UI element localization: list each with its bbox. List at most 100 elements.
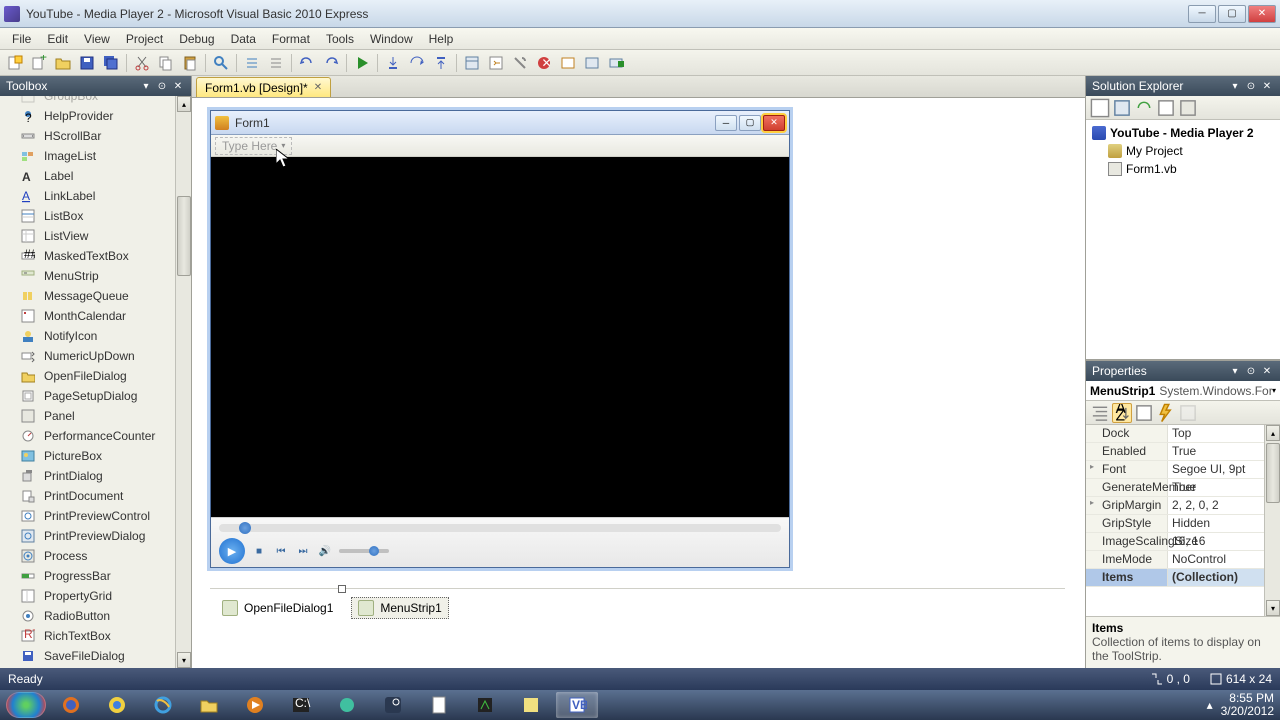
toolbox-item[interactable]: MenuStrip	[0, 266, 191, 286]
toolbox-item[interactable]: MessageQueue	[0, 286, 191, 306]
taskbar-mediaplayer[interactable]	[234, 692, 276, 718]
menu-data[interactable]: Data	[223, 30, 264, 48]
toolbox-item[interactable]: ProgressBar	[0, 566, 191, 586]
properties-window-button[interactable]	[485, 52, 507, 74]
se-dropdown-icon[interactable]: ▾	[1228, 79, 1242, 93]
menustrip-dropdown-icon[interactable]: ▾	[281, 141, 285, 150]
props-categorized-button[interactable]	[1090, 403, 1110, 423]
toolbox-item[interactable]: Process	[0, 546, 191, 566]
se-view-designer-button[interactable]	[1178, 98, 1198, 118]
volume-slider[interactable]	[339, 549, 389, 553]
maximize-button[interactable]: ▢	[1218, 5, 1246, 23]
form1-close-button[interactable]: ✕	[763, 115, 785, 131]
toolbox-item[interactable]: NotifyIcon	[0, 326, 191, 346]
start-debug-button[interactable]	[351, 52, 373, 74]
minimize-button[interactable]: ─	[1188, 5, 1216, 23]
toolbox-item[interactable]: PrintDialog	[0, 466, 191, 486]
selection-handle[interactable]	[338, 585, 346, 593]
tray-expand-icon[interactable]: ▴	[1207, 698, 1213, 712]
start-button[interactable]	[6, 692, 46, 718]
toolbox-item[interactable]: PageSetupDialog	[0, 386, 191, 406]
toolbox-item[interactable]: ALinkLabel	[0, 186, 191, 206]
menu-edit[interactable]: Edit	[39, 30, 76, 48]
menu-format[interactable]: Format	[264, 30, 318, 48]
toolbox-item[interactable]: ALabel	[0, 166, 191, 186]
previous-button[interactable]: ⏮	[273, 543, 289, 559]
scroll-thumb[interactable]	[177, 196, 191, 276]
form1-menustrip[interactable]: Type Here ▾	[211, 135, 789, 157]
cut-button[interactable]	[131, 52, 153, 74]
toolbox-item[interactable]: ##.#MaskedTextBox	[0, 246, 191, 266]
step-into-button[interactable]	[382, 52, 404, 74]
se-show-all-button[interactable]	[1112, 98, 1132, 118]
system-tray[interactable]: ▴ 8:55 PM 3/20/2012	[1207, 692, 1274, 718]
taskbar-notepad[interactable]	[418, 692, 460, 718]
menu-window[interactable]: Window	[362, 30, 421, 48]
toolbox-item[interactable]: PrintPreviewDialog	[0, 526, 191, 546]
taskbar-terminal[interactable]: C:\	[280, 692, 322, 718]
redo-button[interactable]	[320, 52, 342, 74]
stop-button[interactable]: ■	[251, 543, 267, 559]
open-button[interactable]	[52, 52, 74, 74]
volume-icon[interactable]: 🔊	[317, 543, 333, 559]
toolbox-item[interactable]: GroupBox	[0, 96, 191, 106]
toolbox-item[interactable]: ImageList	[0, 146, 191, 166]
properties-grid[interactable]: DockTop EnabledTrue FontSegoe UI, 9pt Ge…	[1086, 425, 1280, 616]
toolbox-pin-icon[interactable]: ⊙	[155, 79, 169, 93]
add-item-button[interactable]: +	[28, 52, 50, 74]
menu-file[interactable]: File	[4, 30, 39, 48]
solution-explorer-button[interactable]	[461, 52, 483, 74]
undo-button[interactable]	[296, 52, 318, 74]
save-button[interactable]	[76, 52, 98, 74]
taskbar-app1[interactable]	[326, 692, 368, 718]
other-windows-button[interactable]	[581, 52, 603, 74]
paste-button[interactable]	[179, 52, 201, 74]
taskbar-chrome[interactable]	[96, 692, 138, 718]
designer-surface[interactable]: Form1 ─ ▢ ✕ Type Here ▾ ▶	[192, 98, 1085, 668]
props-properties-button[interactable]	[1134, 403, 1154, 423]
close-button[interactable]: ✕	[1248, 5, 1276, 23]
se-view-code-button[interactable]	[1156, 98, 1176, 118]
solution-explorer-tree[interactable]: YouTube - Media Player 2 My Project Form…	[1086, 120, 1280, 360]
prop-row-gripmargin[interactable]: GripMargin2, 2, 0, 2	[1086, 497, 1280, 515]
toolbox-item[interactable]: Panel	[0, 406, 191, 426]
props-alphabetical-button[interactable]: AZ	[1112, 403, 1132, 423]
toolbox-item[interactable]: PerformanceCounter	[0, 426, 191, 446]
seek-slider[interactable]	[219, 524, 781, 532]
comment-button[interactable]	[241, 52, 263, 74]
props-object-dropdown-icon[interactable]: ▾	[1272, 386, 1276, 395]
prop-row-generatemember[interactable]: GenerateMemberTrue	[1086, 479, 1280, 497]
toolbox-item[interactable]: NumericUpDown	[0, 346, 191, 366]
props-events-button[interactable]	[1156, 403, 1176, 423]
prop-row-dock[interactable]: DockTop	[1086, 425, 1280, 443]
taskbar-clock[interactable]: 8:55 PM 3/20/2012	[1221, 692, 1274, 718]
toolbox-item[interactable]: ListBox	[0, 206, 191, 226]
toolbox-item[interactable]: PrintPreviewControl	[0, 506, 191, 526]
document-tab[interactable]: Form1.vb [Design]* ✕	[196, 77, 331, 97]
tray-openfiledialog[interactable]: OpenFileDialog1	[216, 598, 339, 618]
taskbar-sticky[interactable]	[510, 692, 552, 718]
form1-maximize-button[interactable]: ▢	[739, 115, 761, 131]
media-player-video-area[interactable]	[211, 157, 789, 517]
se-properties-button[interactable]	[1090, 98, 1110, 118]
se-pin-icon[interactable]: ⊙	[1244, 79, 1258, 93]
toolbox-item[interactable]: PropertyGrid	[0, 586, 191, 606]
toolbox-item[interactable]: RTRichTextBox	[0, 626, 191, 646]
properties-object-selector[interactable]: MenuStrip1 System.Windows.Forms.MenuStri…	[1086, 381, 1280, 401]
toolbox-item[interactable]: OpenFileDialog	[0, 366, 191, 386]
se-close-icon[interactable]: ✕	[1260, 79, 1274, 93]
menu-debug[interactable]: Debug	[171, 30, 222, 48]
scroll-up-icon[interactable]: ▴	[177, 96, 191, 112]
toolbox-scrollbar[interactable]: ▴ ▾	[175, 96, 191, 668]
taskbar-visualstudio[interactable]: VB	[556, 692, 598, 718]
taskbar-steam[interactable]	[372, 692, 414, 718]
toolbox-item[interactable]: ?HelpProvider	[0, 106, 191, 126]
taskbar-ie[interactable]	[142, 692, 184, 718]
tab-close-icon[interactable]: ✕	[314, 82, 322, 93]
seek-knob[interactable]	[239, 522, 251, 534]
se-myproject-node[interactable]: My Project	[1088, 142, 1278, 160]
toolbox-item[interactable]: PictureBox	[0, 446, 191, 466]
form1-window[interactable]: Form1 ─ ▢ ✕ Type Here ▾ ▶	[210, 110, 790, 568]
taskbar-firefox[interactable]	[50, 692, 92, 718]
new-project-button[interactable]	[4, 52, 26, 74]
